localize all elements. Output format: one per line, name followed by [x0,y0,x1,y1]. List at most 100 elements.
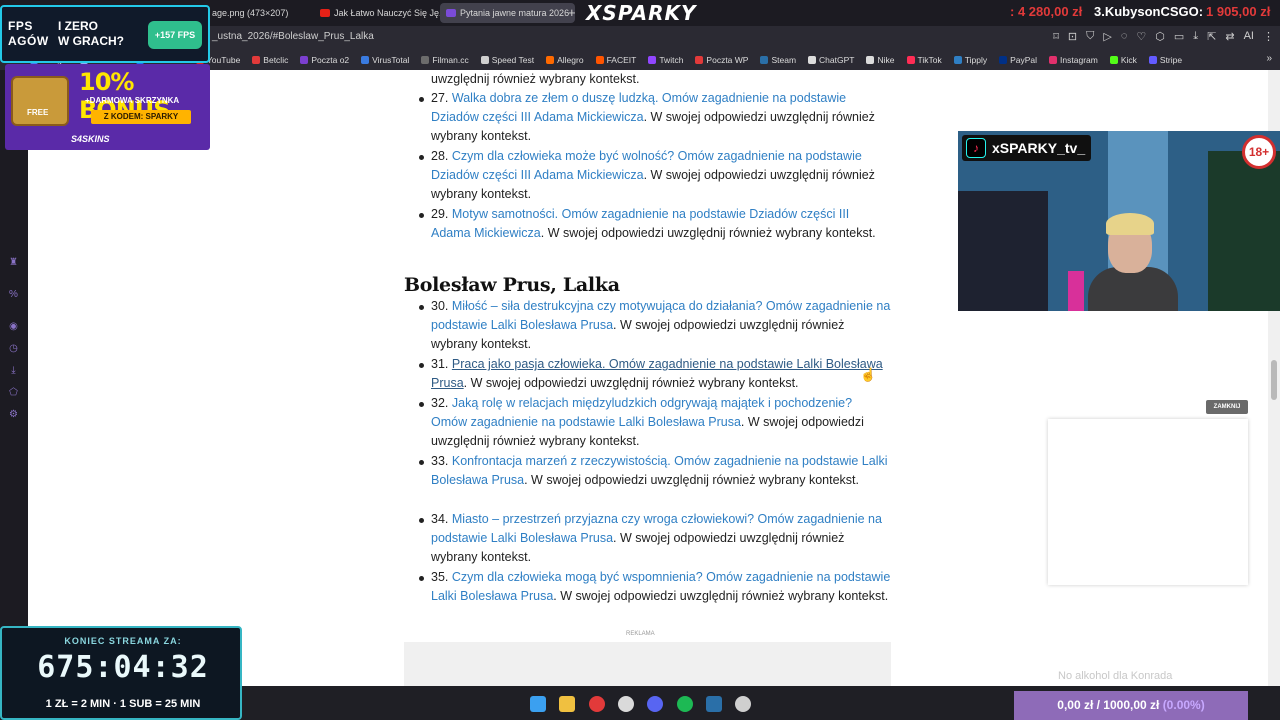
bookmark-nike[interactable]: Nike [866,55,895,65]
bookmark-favicon-icon [595,56,604,64]
item-number: 33. [431,454,449,468]
menu-icon[interactable]: ⋮ [1263,30,1274,43]
shield-icon[interactable]: ⛉ [1086,30,1094,43]
toolbar-icons: ⌑ ⊡ ⛉ ▷ ◌ ♡ ⬡ ▭ ⤓ ⇱ ⇄ AI ⋮ [1053,30,1274,43]
goal-text: 0,00 zł / 1000,00 zł [1057,698,1160,712]
sidebar-extension-icon[interactable]: ⬠ [7,386,20,399]
donor-amount-2: 1 905,00 zł [1206,4,1271,19]
screenshot-icon[interactable]: ⊡ [1068,30,1077,43]
item-tail: . W swojej odpowiedzi uwzględnij również… [524,473,859,488]
donation-goal-bar: 0,00 zł / 1000,00 zł (0.00%) [1014,691,1248,720]
item-number: 32. [431,396,449,410]
timer-label: KONIEC STREAMA ZA: [64,636,182,646]
bookmark-allegro[interactable]: Allegro [546,55,584,65]
discord-icon[interactable] [647,696,663,712]
item-number: 27. [431,91,449,105]
pocket-icon[interactable]: ◌ [1121,30,1128,43]
ai-button[interactable]: AI [1244,30,1254,43]
bookmark-favicon-icon [808,56,817,64]
steam-icon[interactable] [706,696,722,712]
screen: age.png (473×207) Jak Łatwo Nauczyć Się … [0,0,1280,720]
sidebar-play-icon[interactable]: ◉ [7,320,20,333]
cam-person-body [1088,267,1178,311]
opera-icon[interactable] [589,696,605,712]
item-number: 28. [431,149,449,163]
play-icon[interactable]: ▷ [1103,30,1111,43]
cam-pink-light [1068,271,1084,311]
bookmark-paypal[interactable]: PayPal [999,55,1037,65]
bookmark-favicon-icon [906,56,915,64]
bookmark-poczta-o2[interactable]: Poczta o2 [300,55,349,65]
age-rating-badge: 18+ [1242,135,1276,169]
bookmark-label: Kick [1120,55,1137,65]
cam-name: xSPARKY_tv_ [992,140,1086,156]
spotify-icon[interactable] [677,696,693,712]
bookmark-favicon-icon [695,56,704,64]
bookmark-favicon-icon [866,56,875,64]
fps-text: FPS AGÓW [8,19,49,49]
bookmark-virustotal[interactable]: VirusTotal [361,55,409,65]
bookmark-filman-cc[interactable]: Filman.cc [421,55,469,65]
bookmark-steam[interactable]: Steam [760,55,796,65]
windows-start-icon[interactable] [530,696,546,712]
bookmark-label: FACEIT [606,55,637,65]
tab-label: Jak Łatwo Nauczyć Się Ję... [334,8,447,18]
timer-value: 675:04:32 [37,650,209,685]
ad-box[interactable] [404,642,891,686]
bookmarks-more-button[interactable]: » [1266,53,1272,64]
bookmark-stripe[interactable]: Stripe [1148,55,1182,65]
tab-pytania-jawne[interactable]: Pytania jawne matura 2026 [440,3,576,23]
item-tail: . W swojej odpowiedzi uwzględnij również… [463,376,799,391]
bookmark-label: YouTube [206,55,241,65]
bookmark-tiktok[interactable]: TikTok [906,55,942,65]
extensions-icon[interactable]: ⬡ [1155,30,1165,43]
wallet-icon[interactable]: ▭ [1174,30,1184,43]
bookmark-favicon-icon [1109,56,1118,64]
download-icon[interactable]: ⤓ [1193,30,1198,43]
url-input[interactable]: _ustna_2026/#Boleslaw_Prus_Lalka [212,31,374,42]
new-tab-button[interactable]: + [568,3,576,23]
bookmark-label: Poczta WP [706,55,749,65]
obs-icon[interactable] [735,696,751,712]
bookmark-label: Filman.cc [432,55,469,65]
tab-youtube[interactable]: Jak Łatwo Nauczyć Się Ję... [316,3,447,23]
bookmark-chatgpt[interactable]: ChatGPT [808,55,854,65]
item-number: 34. [431,512,449,526]
file-explorer-icon[interactable] [559,696,575,712]
bookmark-faceit[interactable]: FACEIT [595,55,637,65]
tab-image[interactable]: age.png (473×207) [208,3,288,23]
bookmark-favicon-icon [252,56,261,64]
bonus-code: Z KODEM: SPARKY [91,110,191,124]
bookmark-favicon-icon [480,56,489,64]
bookmark-label: Betclic [263,55,289,65]
heart-icon[interactable]: ♡ [1136,30,1146,43]
bookmark-speed-test[interactable]: Speed Test [480,55,534,65]
bookmark-instagram[interactable]: Instagram [1049,55,1098,65]
sidebar-history-icon[interactable]: ◷ [7,342,20,355]
close-button[interactable]: ZAMKNIJ [1206,400,1248,414]
bookmark-icon[interactable]: ⌑ [1053,30,1059,43]
sidebar-download-icon[interactable]: ⤓ [7,364,20,377]
bookmark-twitch[interactable]: Twitch [648,55,683,65]
list-item-31: 31. Praca jako pasja człowieka. Omów zag… [419,355,891,393]
scrollbar-thumb[interactable] [1271,360,1277,400]
bonus-subline: +DARMOWA SKRZYNKA [85,96,180,105]
bookmark-favicon-icon [1148,56,1157,64]
sidebar-games-icon[interactable]: ♜ [7,256,20,269]
bookmark-favicon-icon [546,56,555,64]
steelseries-icon[interactable] [618,696,634,712]
cursor-icon[interactable]: ⇱ [1207,30,1216,43]
donor-name: 3.KubysonCSGO: [1094,4,1204,19]
item-number: 35. [431,570,449,584]
sidebar-percent-icon[interactable]: % [7,288,20,301]
bookmark-label: ChatGPT [819,55,855,65]
bookmark-tipply[interactable]: Tipply [953,55,987,65]
bookmark-kick[interactable]: Kick [1109,55,1137,65]
bookmark-betclic[interactable]: Betclic [252,55,288,65]
fps-line-2: AGÓW [8,34,49,48]
list-item-33: 33. Konfrontacja marzeń z rzeczywistości… [419,452,891,490]
item-number: 30. [431,299,449,313]
bookmark-poczta-wp[interactable]: Poczta WP [695,55,748,65]
translate-icon[interactable]: ⇄ [1225,30,1234,43]
sidebar-settings-icon[interactable]: ⚙ [7,408,20,421]
